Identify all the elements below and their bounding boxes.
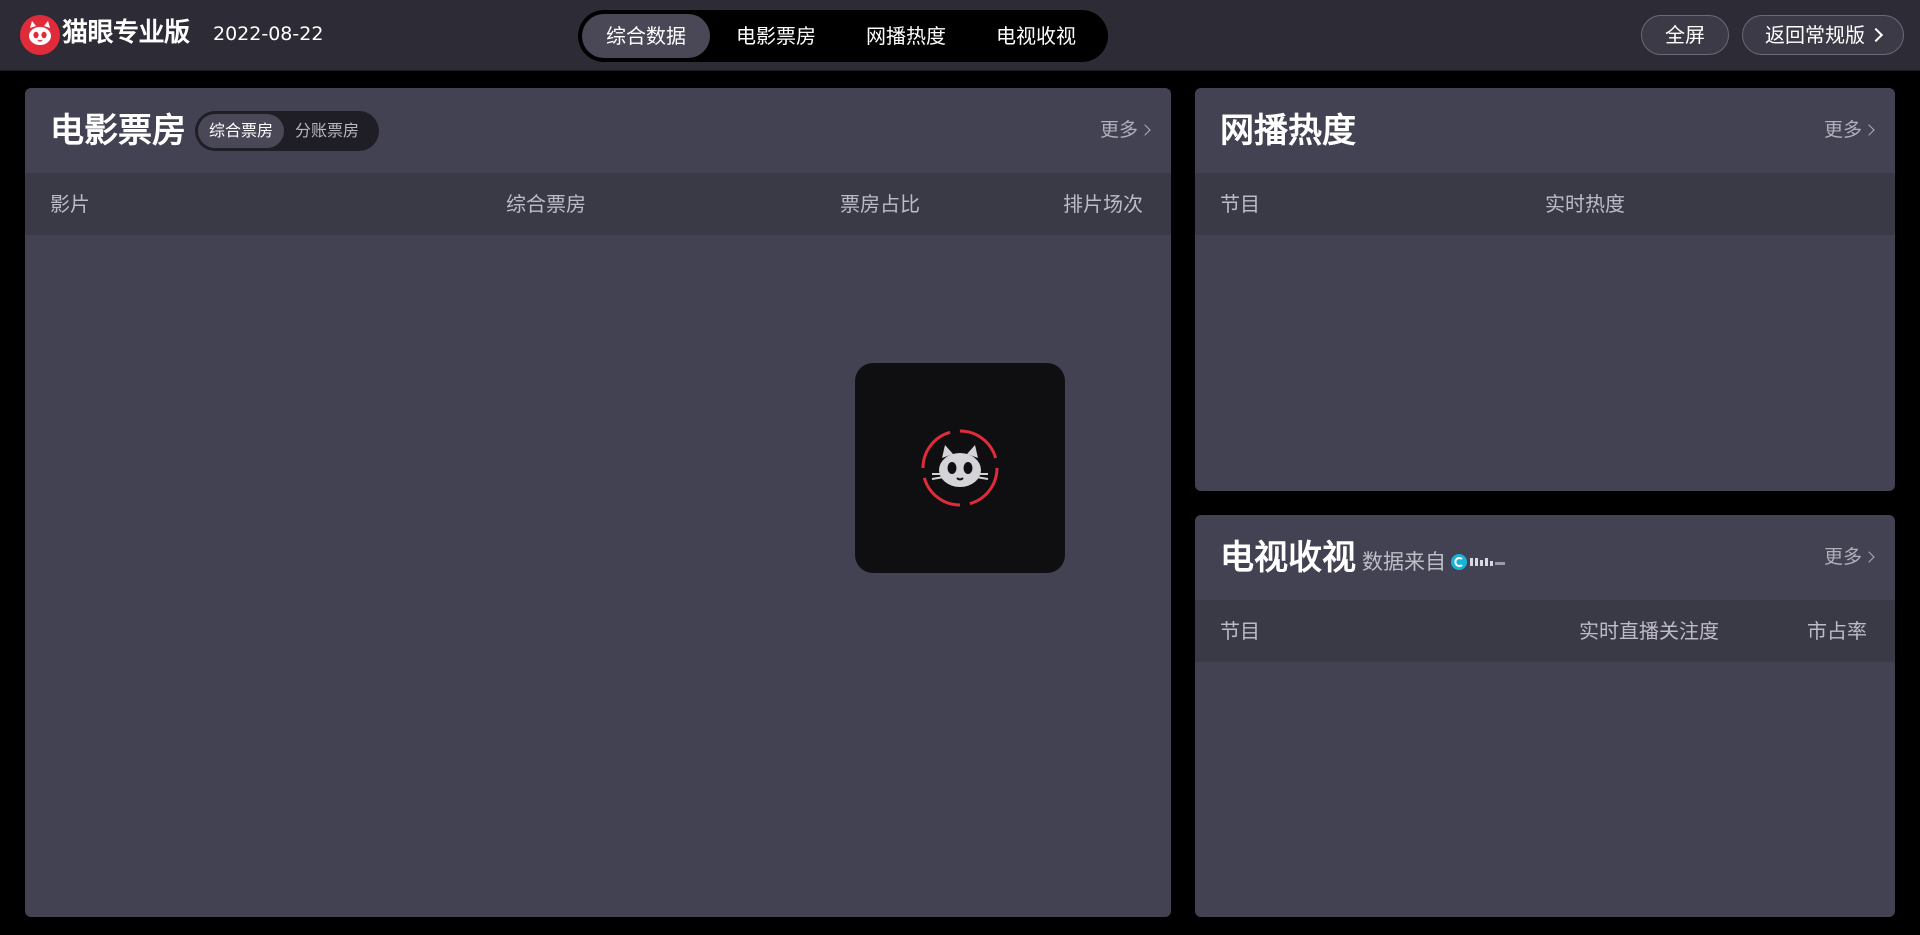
toggle-combined-box-office[interactable]: 综合票房	[198, 114, 285, 148]
web-heat-column-header: 节目 实时热度	[1195, 173, 1895, 235]
chevron-right-icon	[1139, 124, 1151, 136]
box-office-column-header: 影片 综合票房 票房占比 排片场次	[25, 173, 1171, 235]
back-to-classic-button[interactable]: 返回常规版	[1742, 15, 1904, 55]
current-date: 2022-08-22	[213, 23, 324, 45]
more-label: 更多	[1823, 119, 1862, 141]
column-realtime-heat: 实时热度	[1545, 192, 1625, 216]
web-heat-title: 网播热度	[1220, 111, 1356, 151]
fullscreen-button[interactable]: 全屏	[1641, 15, 1729, 55]
box-office-more-link[interactable]: 更多	[1099, 118, 1151, 142]
column-market-share: 市占率	[1807, 619, 1867, 643]
cat-loading-icon	[921, 429, 999, 507]
tv-ratings-header: 电视收视 数据来自 更多	[1195, 515, 1895, 600]
chevron-right-icon	[1863, 551, 1875, 563]
more-label: 更多	[1823, 546, 1862, 568]
column-program: 节目	[1220, 192, 1260, 216]
tv-ratings-column-header: 节目 实时直播关注度 市占率	[1195, 600, 1895, 662]
tv-ratings-panel: 电视收视 数据来自 更多 节目 实时直播关注度 市占率	[1195, 515, 1895, 917]
column-program: 节目	[1220, 619, 1260, 643]
column-combined-box-office: 综合票房	[506, 192, 586, 216]
fullscreen-button-label: 全屏	[1665, 23, 1705, 47]
cvb-source-logo-icon	[1451, 554, 1505, 570]
top-bar: 猫眼专业版 2022-08-22 综合数据 电影票房 网播热度 电视收视 全屏 …	[0, 0, 1920, 70]
column-box-office-share: 票房占比	[840, 192, 920, 216]
chevron-right-icon	[1863, 124, 1875, 136]
web-heat-panel: 网播热度 更多 节目 实时热度	[1195, 88, 1895, 491]
tab-overview[interactable]: 综合数据	[582, 14, 710, 58]
box-office-type-toggle: 综合票房 分账票房	[195, 111, 379, 151]
tab-tv-ratings[interactable]: 电视收视	[972, 14, 1100, 58]
column-live-attention: 实时直播关注度	[1579, 619, 1719, 643]
web-heat-more-link[interactable]: 更多	[1823, 118, 1875, 142]
back-button-label: 返回常规版	[1765, 23, 1865, 47]
brand-name: 猫眼专业版	[62, 18, 190, 48]
more-label: 更多	[1099, 119, 1138, 141]
web-heat-header: 网播热度 更多	[1195, 88, 1895, 173]
chevron-right-icon	[1868, 27, 1884, 43]
tab-web-heat[interactable]: 网播热度	[842, 14, 970, 58]
box-office-header: 电影票房 综合票房 分账票房 更多	[25, 88, 1171, 173]
box-office-title: 电影票房	[50, 111, 186, 151]
data-source-label: 数据来自	[1362, 550, 1446, 574]
maoyan-logo-icon[interactable]	[19, 14, 61, 56]
loading-overlay	[855, 363, 1065, 573]
column-screenings: 排片场次	[1063, 192, 1143, 216]
toggle-split-box-office[interactable]: 分账票房	[284, 114, 370, 148]
main-nav-tabs: 综合数据 电影票房 网播热度 电视收视	[578, 10, 1108, 62]
tab-movie-box-office[interactable]: 电影票房	[712, 14, 840, 58]
tv-ratings-more-link[interactable]: 更多	[1823, 545, 1875, 569]
tv-ratings-title: 电视收视	[1220, 538, 1356, 578]
column-movie: 影片	[50, 192, 90, 216]
